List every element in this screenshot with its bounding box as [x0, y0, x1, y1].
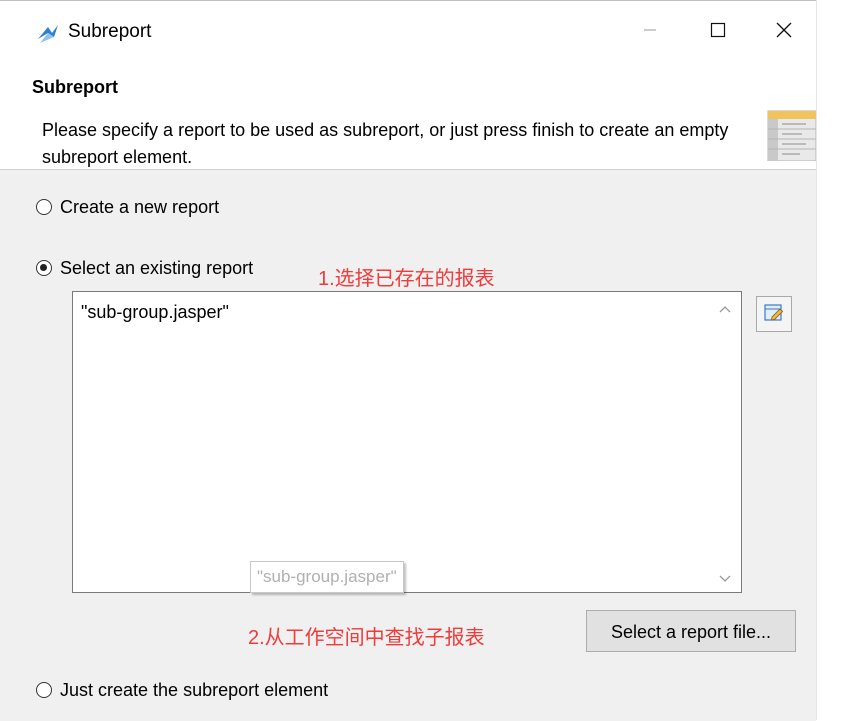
- radio-button[interactable]: [36, 682, 52, 698]
- window-edge: [816, 0, 817, 720]
- radio-create-new[interactable]: Create a new report: [36, 195, 219, 219]
- wizard-header: Subreport Please specify a report to be …: [0, 59, 817, 170]
- jaspersoft-icon: [36, 23, 60, 45]
- minimize-button[interactable]: [628, 15, 672, 49]
- report-table-icon: [766, 109, 817, 162]
- expression-value: "sub-group.jasper": [81, 302, 229, 322]
- radio-just-create[interactable]: Just create the subreport element: [36, 678, 328, 702]
- expression-tooltip: "sub-group.jasper": [250, 561, 404, 593]
- radio-select-existing[interactable]: Select an existing report: [36, 256, 253, 280]
- maximize-button[interactable]: [696, 15, 740, 49]
- annotation-step-1: 1.选择已存在的报表: [318, 268, 495, 290]
- subreport-dialog: Subreport Subreport Please specify a rep…: [0, 0, 817, 721]
- wizard-content: Create a new report Select an existing r…: [0, 170, 816, 721]
- scroll-up-icon[interactable]: [717, 302, 733, 318]
- scroll-down-icon[interactable]: [717, 570, 733, 586]
- annotation-step-2: 2.从工作空间中查找子报表: [248, 627, 485, 649]
- select-report-file-button[interactable]: Select a report file...: [586, 610, 796, 652]
- minimize-icon: [643, 23, 657, 42]
- page-description: Please specify a report to be used as su…: [42, 120, 729, 167]
- edit-expression-button[interactable]: [756, 296, 792, 332]
- maximize-icon: [710, 22, 726, 43]
- close-button[interactable]: [762, 15, 806, 49]
- page-title: Subreport: [32, 77, 119, 97]
- radio-button[interactable]: [36, 199, 52, 215]
- radio-create-new-label: Create a new report: [60, 197, 220, 217]
- close-icon: [775, 21, 793, 44]
- radio-select-existing-label: Select an existing report: [60, 258, 254, 278]
- radio-button-selected[interactable]: [36, 260, 52, 276]
- expression-textarea[interactable]: "sub-group.jasper": [72, 291, 742, 593]
- window-title: Subreport: [68, 21, 152, 42]
- radio-just-create-label: Just create the subreport element: [60, 680, 329, 700]
- pencil-edit-icon: [763, 301, 785, 328]
- title-bar: Subreport: [0, 1, 816, 59]
